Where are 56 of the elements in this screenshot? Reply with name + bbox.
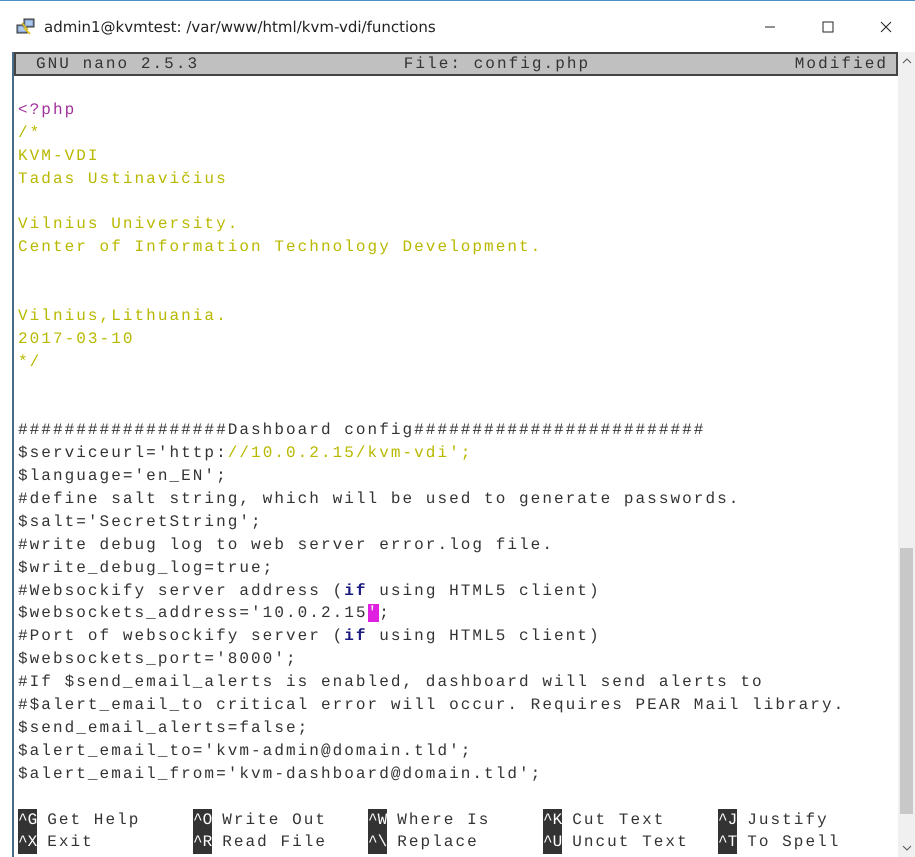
code-line: Vilnius,Lithuania. xyxy=(17,306,229,327)
shortcut-key: ^O xyxy=(193,808,212,832)
shortcut-label: Get Help xyxy=(47,810,140,830)
shortcut-key: ^T xyxy=(718,831,738,854)
scrollbar[interactable] xyxy=(898,52,915,857)
code-line: #If $send_email_alerts is enabled, dashboard will send alerts to xyxy=(17,672,765,694)
code-line: $alert_email_from='kvm-dashboard@domain.tld'; xyxy=(17,764,544,785)
code-line: #$alert_email_to critical error will occur. Requires PEAR Mail library. xyxy=(17,695,846,716)
code-line: Vilnius University. xyxy=(17,214,240,236)
shortcut-label: Exit xyxy=(47,832,94,854)
shortcut-key: ^X xyxy=(18,831,38,854)
code-line: #Websockify server address (if using HTML5 client) xyxy=(17,580,602,602)
window-title: admin1@kvmtest: /var/www/html/kvm-vdi/functions xyxy=(44,18,437,36)
computers-icon xyxy=(16,18,36,36)
modified-status: Modified xyxy=(794,54,888,74)
shortcut-label: To Spell xyxy=(747,832,840,854)
code-line: $language='en_EN'; xyxy=(17,466,229,488)
shortcut-label: Cut Text xyxy=(572,810,666,830)
shortcut-key: ^K xyxy=(543,808,562,832)
scroll-up-icon[interactable] xyxy=(902,58,912,64)
code-line: <?php xyxy=(17,100,78,121)
shortcut-label: Write Out xyxy=(222,810,328,830)
code-line: $websockets_address='10.0.2.15'; xyxy=(17,603,392,624)
minimize-icon xyxy=(764,26,776,28)
code-line: */ xyxy=(17,352,42,373)
code-line: $alert_email_to='kvm-admin@domain.tld'; xyxy=(17,740,474,762)
code-line: #write debug log to web server error.log file. xyxy=(17,534,555,556)
close-icon xyxy=(880,20,892,32)
code-line: 2017-03-10 xyxy=(17,328,136,350)
shortcut-key: ^U xyxy=(543,831,562,854)
file-name: File: config.php xyxy=(404,54,590,74)
code-line: $send_email_alerts=false; xyxy=(17,718,310,739)
shortcut-label: Where Is xyxy=(397,810,490,830)
code-line: $websockets_port='8000'; xyxy=(17,649,299,670)
shortcut-key: ^R xyxy=(193,831,212,854)
shortcut-key: ^J xyxy=(718,808,738,832)
shortcut-key: ^\ xyxy=(368,831,388,854)
shortcut-key: ^W xyxy=(368,808,388,832)
code-line: Center of Information Technology Development. xyxy=(17,237,544,258)
editor-version: GNU nano 2.5.3 xyxy=(36,54,200,74)
shortcut-label: Justify xyxy=(747,810,829,830)
shortcut-label: Read File xyxy=(222,832,328,854)
shortcut-label: Replace xyxy=(397,832,479,854)
code-line: KVM-VDI xyxy=(17,146,101,167)
code-line: $salt='SecretString'; xyxy=(17,512,264,533)
shortcut-key: ^G xyxy=(18,808,38,832)
code-line: ##################Dashboard config######################### xyxy=(17,420,706,442)
scroll-down-icon[interactable] xyxy=(902,845,912,851)
maximize-icon xyxy=(822,20,834,32)
code-line: #define salt string, which will be used to generate passwords. xyxy=(17,489,742,510)
code-line: $serviceurl='http://10.0.2.15/kvm-vdi'; xyxy=(17,443,474,464)
code-line: $write_debug_log=true; xyxy=(17,558,276,579)
code-line: #Port of websockify server (if using HTML5 client) xyxy=(17,626,602,648)
code-line: Tadas Ustinavičius xyxy=(17,168,229,190)
code-line: /* xyxy=(17,122,42,144)
shortcut-label: Uncut Text xyxy=(572,832,689,854)
